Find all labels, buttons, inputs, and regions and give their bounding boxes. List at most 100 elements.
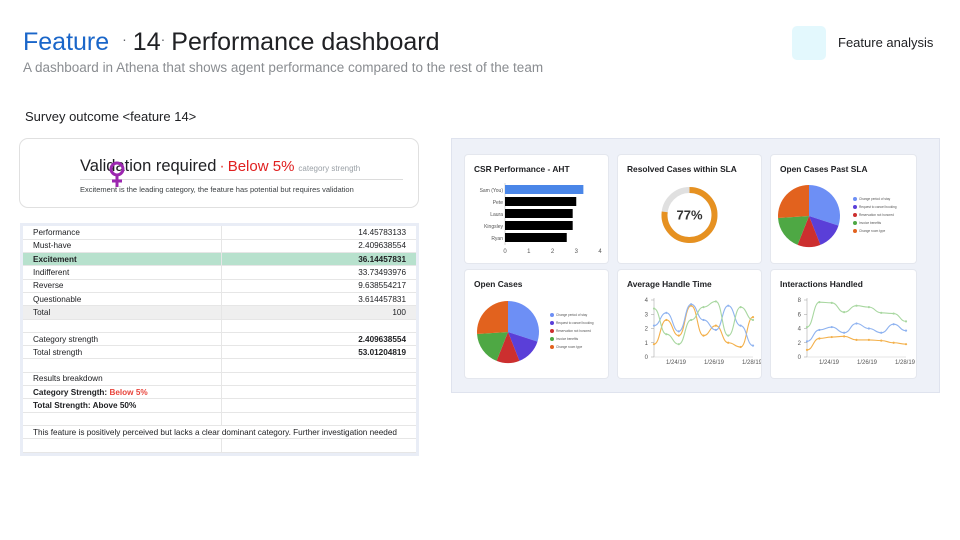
cell-label: Results breakdown [23, 372, 222, 387]
line-point [652, 307, 656, 310]
cell-label: Total Strength: Above 50% [23, 398, 222, 413]
cell-label: Reverse [23, 279, 222, 293]
table-row: Total strength 53.01204819 [23, 345, 416, 360]
table-row: Reverse 9.638554217 [23, 279, 416, 293]
cell-label: Category strength [23, 332, 222, 347]
x-tick-label: 1/28/19 [895, 360, 916, 366]
cell-label-text: Total strength [33, 347, 83, 357]
pie-slice [778, 185, 809, 218]
cell-label-text: Indifferent [33, 268, 70, 278]
card-csr-performance: CSR Performance - AHT Sam (You) Pete Laura… [465, 155, 608, 263]
aht-agent-label: Laura [490, 212, 503, 218]
y-tick-label: 3 [645, 312, 649, 318]
line-series [653, 305, 754, 348]
legend-swatch [550, 345, 554, 349]
aht-bar [505, 221, 573, 230]
line-point [652, 343, 656, 346]
y-tick-label: 2 [798, 341, 802, 347]
legend-label: Invoice benefits [859, 221, 882, 225]
cell-value: 53.01204819 [221, 345, 416, 360]
cell-label-text: Questionable [33, 294, 82, 304]
table-row: Results breakdown [23, 372, 416, 387]
y-tick-label: 0 [645, 355, 649, 361]
card-resolved-sla: Resolved Cases within SLA 77% [618, 155, 761, 263]
legend-swatch [853, 229, 857, 233]
aht-line-chart: 0 1 2 3 4 1/24/19 1/26/19 1/28/19 [645, 298, 761, 366]
line-point [739, 306, 742, 309]
cell-value [221, 358, 416, 373]
line-point [805, 340, 809, 343]
female-symbol-icon [109, 161, 125, 187]
x-tick-label: 1/24/19 [666, 360, 687, 366]
table-row: Must-have 2.409638554 [23, 239, 416, 254]
line-point [702, 334, 705, 337]
cell-label: Total [23, 305, 222, 320]
y-tick-label: 4 [798, 327, 802, 333]
y-tick-label: 0 [798, 355, 802, 361]
line-point [677, 334, 680, 337]
cell-value: 14.45783133 [221, 226, 416, 240]
cell-label-red: Below 5% [109, 387, 148, 397]
cell-label: Performance [23, 226, 222, 240]
cell-value: 2.409638554 [221, 239, 416, 254]
line-point [843, 335, 846, 338]
validation-below: Below 5% [227, 158, 295, 175]
cell-label: Indifferent [23, 265, 222, 280]
line-point [739, 324, 742, 327]
cell-label [23, 358, 222, 373]
line-point [702, 306, 705, 309]
cell-label [23, 438, 222, 453]
line-point [727, 341, 730, 344]
aht-bar [505, 233, 567, 242]
page: Feature · 14· Performance dashboard A dash… [0, 0, 960, 540]
line-point [867, 338, 870, 341]
aht-tick-label: 0 [503, 249, 507, 255]
cell-label-text: Excitement [33, 254, 77, 264]
legend-swatch [550, 321, 554, 325]
x-tick-label: 1/24/19 [819, 360, 840, 366]
card-average-handle-time: Average Handle Time 0 1 2 3 4 1/24/19 1/26/19 1… [618, 270, 761, 378]
cell-value [221, 385, 416, 400]
title-feature: Feature [23, 28, 110, 56]
cell-value [221, 412, 416, 426]
line-point [867, 306, 870, 309]
aht-bar [505, 209, 573, 218]
line-point [665, 318, 668, 322]
legend-swatch [550, 337, 554, 341]
y-tick-label: 4 [645, 298, 649, 304]
table-row: Questionable 3.614457831 [23, 292, 416, 307]
cell-value: 9.638554217 [221, 279, 416, 293]
title-separator-2: · [160, 31, 166, 47]
table-row: This feature is positively perceived but… [23, 425, 416, 440]
line-point [855, 338, 858, 341]
x-tick-label: 1/26/19 [857, 360, 878, 366]
line-point [652, 324, 656, 327]
validation-divider [80, 179, 403, 180]
line-point [690, 303, 693, 306]
aht-tick-label: 4 [598, 249, 602, 255]
cell-value [221, 398, 416, 413]
cell-label: Category Strength: Below 5% [23, 385, 222, 400]
cell-value: 3.614457831 [221, 292, 416, 307]
cell-label-text: Reverse [33, 281, 64, 291]
table-row: Indifferent 33.73493976 [23, 265, 416, 280]
cell-value [221, 372, 416, 387]
line-point [855, 304, 858, 307]
validation-small-label: category strength [298, 164, 361, 173]
line-point [739, 345, 742, 349]
line-point [818, 337, 821, 340]
line-point [855, 322, 858, 325]
cell-label-text: This feature is positively perceived but… [33, 427, 397, 437]
line-point [818, 301, 821, 304]
card-open-cases: Open Cases Change period of stay Request … [465, 270, 608, 378]
title-separator: · [122, 31, 127, 47]
x-tick-label: 1/28/19 [742, 360, 761, 366]
page-subtitle: A dashboard in Athena that shows agent p… [23, 60, 544, 75]
validation-dot: · [219, 158, 225, 175]
table-row: Excitement 36.14457831 [23, 252, 416, 267]
line-point [830, 301, 833, 304]
cell-label: Excitement [23, 252, 222, 267]
line-point [751, 344, 755, 347]
line-point [867, 327, 870, 330]
legend-label: Reservation not honored [556, 329, 591, 333]
